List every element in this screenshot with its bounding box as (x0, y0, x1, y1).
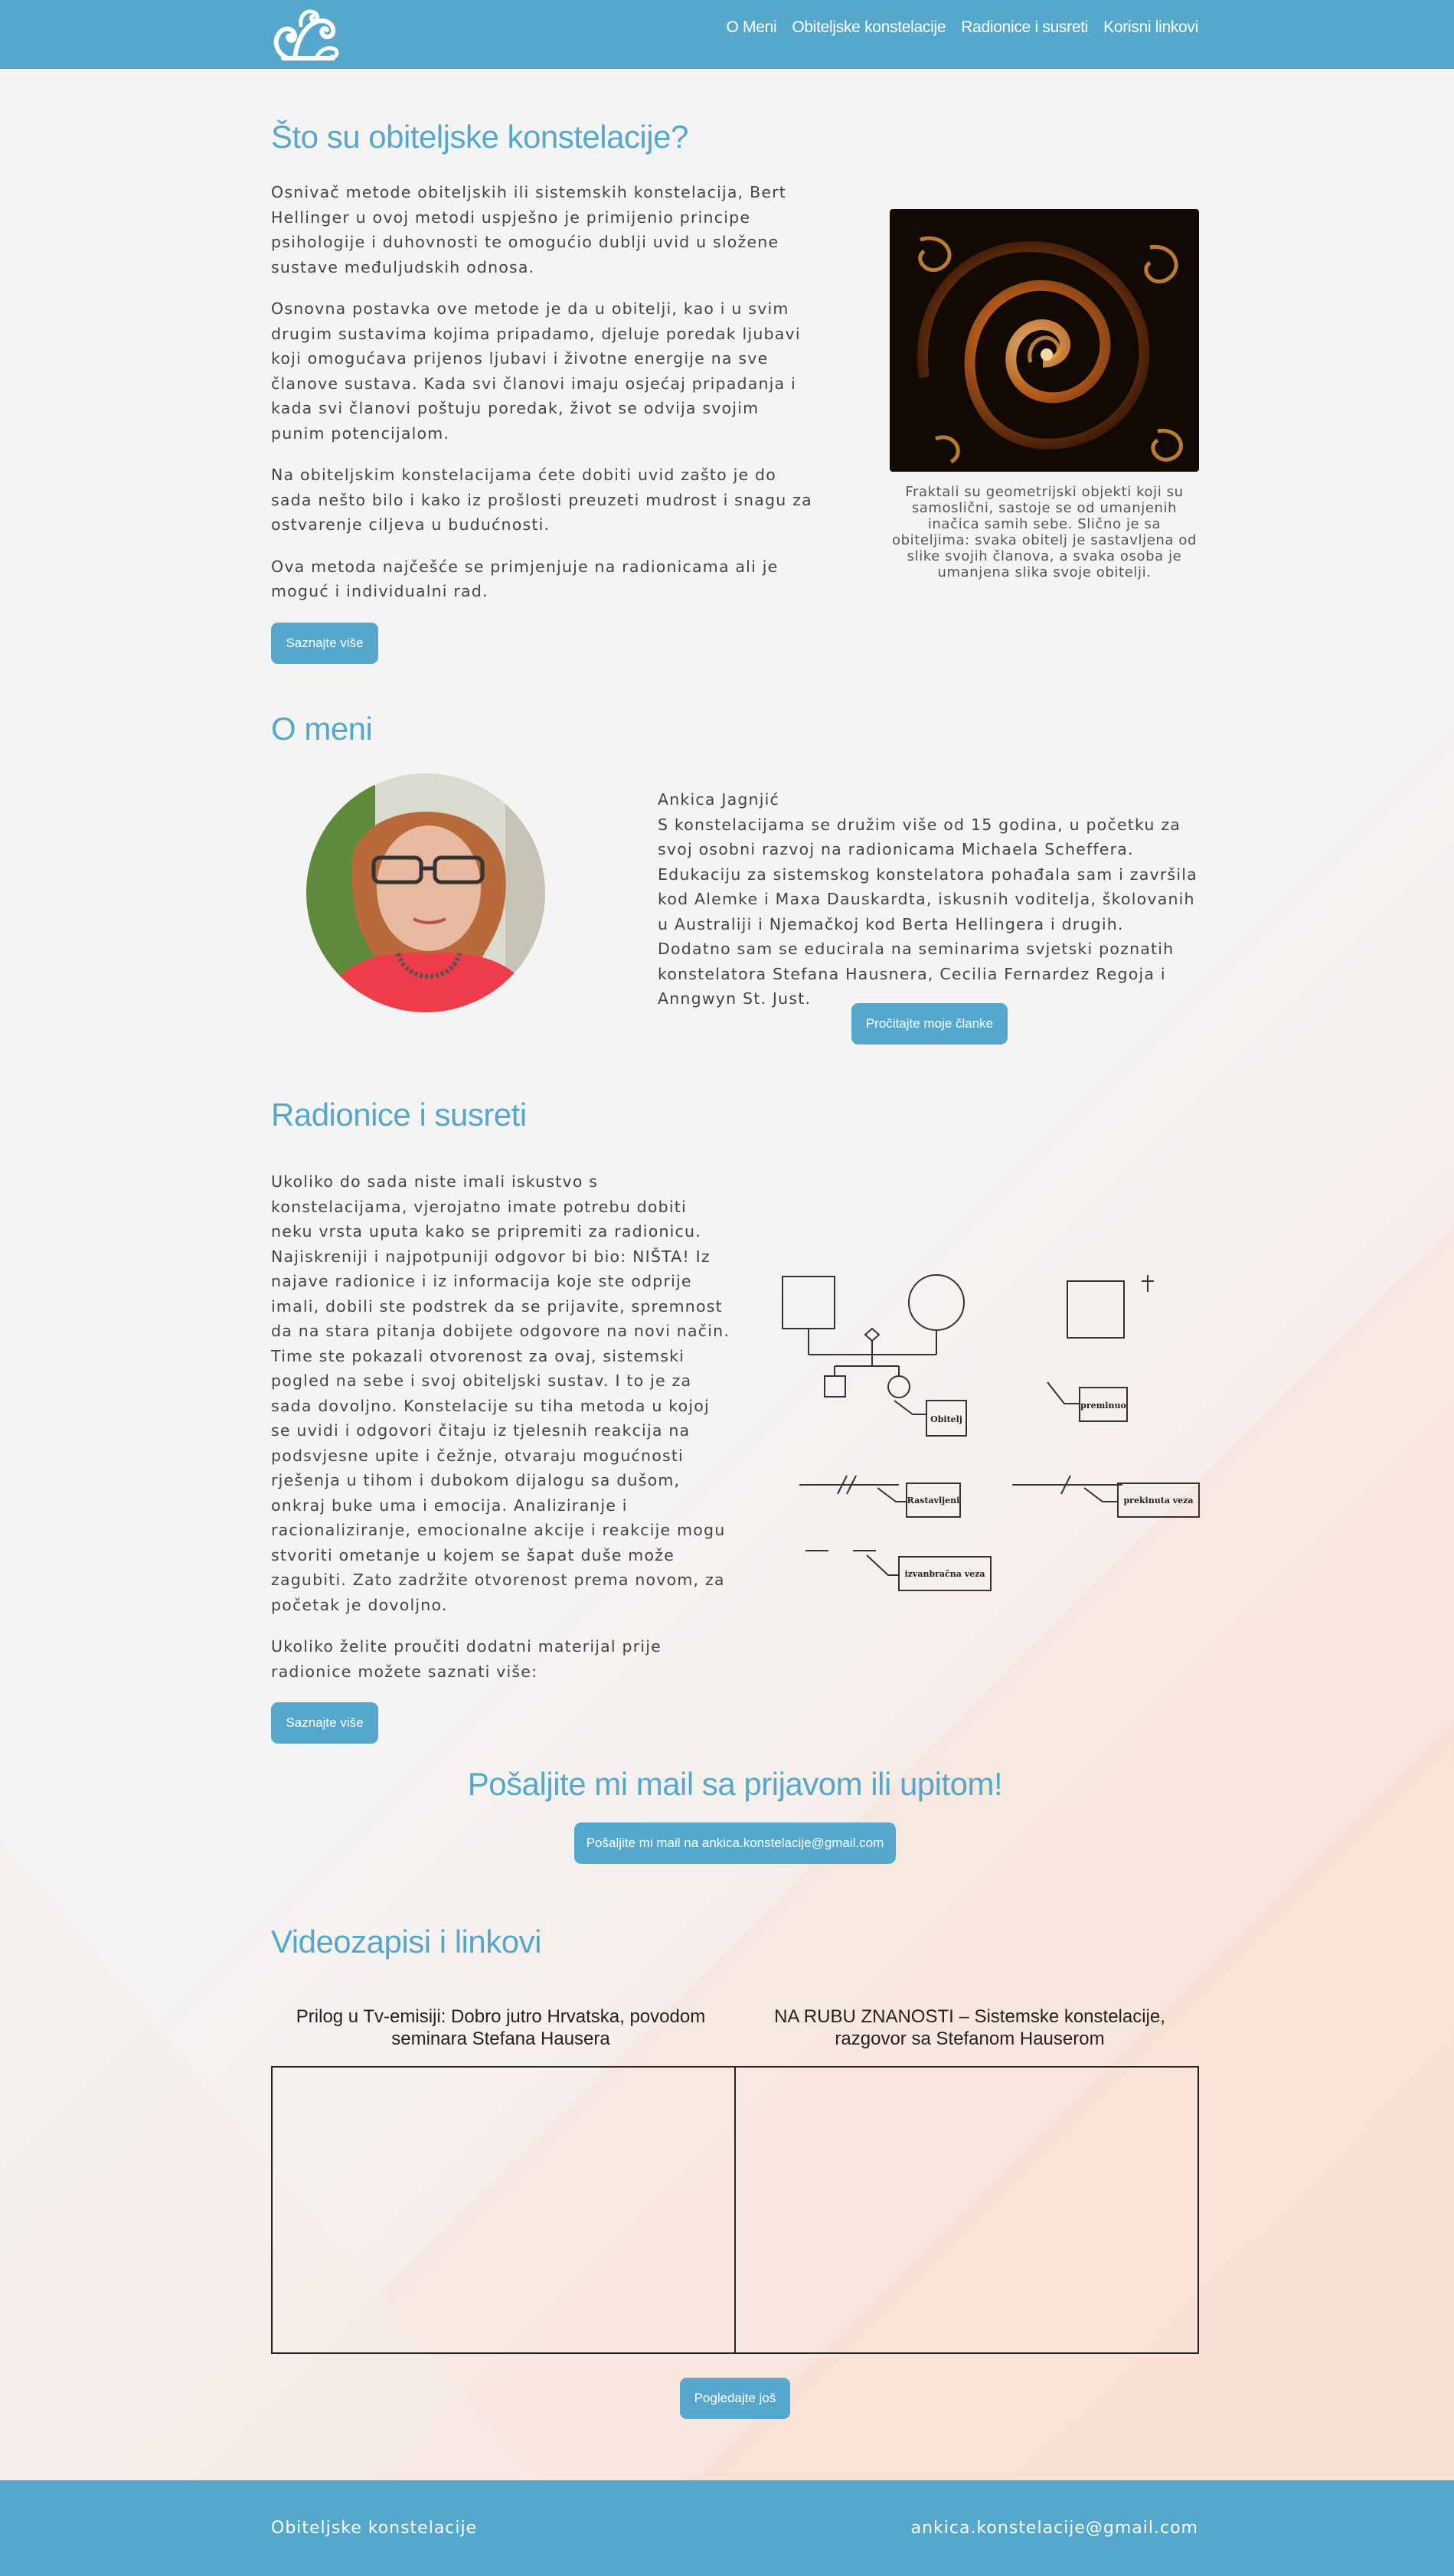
about-name: Ankica Jagnjić (658, 790, 780, 809)
videos-section: Videozapisi i linkovi Prilog u Tv-emisij… (271, 1924, 1199, 2419)
video-2-title: NA RUBU ZNANOSTI – Sistemske konstelacij… (774, 2006, 1165, 2049)
videos-title: Videozapisi i linkovi (271, 1924, 541, 1960)
workshops-title: Radionice i susreti (271, 1097, 527, 1133)
avatar (306, 773, 545, 1012)
fractal-image (890, 209, 1199, 472)
workshops-section: Radionice i susreti Ukoliko do sada nist… (271, 1097, 1200, 1744)
workshops-paragraph-2: Ukoliko želite proučiti dodatni materija… (271, 1637, 662, 1681)
footer-email[interactable]: ankica.konstelacije@gmail.com (911, 2519, 1198, 2538)
genogram-label-preminuo: preminuo (1080, 1401, 1126, 1411)
top-header: O Meni Obiteljske konstelacije Radionice… (0, 0, 1454, 69)
nav-korisni-linkovi[interactable]: Korisni linkovi (1103, 18, 1198, 37)
intro-paragraph-2: Osnovna postavka ove metode je da u obit… (271, 299, 801, 443)
intro-paragraph-4: Ova metoda najčešće se primjenjuje na ra… (271, 557, 779, 601)
about-section: O meni Ankica Jagnjić S konstelacijama s… (271, 711, 1199, 1044)
nav-o-meni[interactable]: O Meni (726, 18, 776, 37)
about-title: O meni (271, 711, 373, 747)
nav-obiteljske-konstelacije[interactable]: Obiteljske konstelacije (792, 18, 946, 37)
video-1-embed[interactable] (271, 2066, 736, 2354)
genogram-label-prekinuta: prekinuta veza (1123, 1496, 1193, 1505)
nav-radionice[interactable]: Radionice i susreti (961, 18, 1088, 37)
intro-title: Što su obiteljske konstelacije? (271, 119, 688, 155)
workshops-learn-more-button[interactable]: Saznajte više (271, 1702, 378, 1744)
intro-section: Što su obiteljske konstelacije? Osnivač … (271, 119, 1199, 664)
video-2-embed[interactable] (734, 2066, 1199, 2354)
genogram-label-obitelj: Obitelj (930, 1414, 962, 1424)
intro-paragraph-3: Na obiteljskim konstelacijama ćete dobit… (271, 466, 812, 534)
fractal-caption: Fraktali su geometrijski objekti koji su… (892, 484, 1197, 580)
intro-paragraph-1: Osnivač metode obiteljskih ili sistemski… (271, 183, 787, 276)
send-email-button[interactable]: Pošaljite mi mail na ankica.konstelacije… (574, 1822, 896, 1864)
genogram-label-rastavljeni: Rastavljeni (907, 1496, 960, 1505)
read-articles-button[interactable]: Pročitajte moje članke (851, 1003, 1008, 1044)
watch-more-button[interactable]: Pogledajte još (680, 2378, 790, 2419)
genogram-label-izvanbracna: izvanbračna veza (905, 1569, 985, 1579)
main-nav: O Meni Obiteljske konstelacije Radionice… (726, 18, 1198, 37)
footer-site-name: Obiteljske konstelacije (271, 2519, 478, 2538)
intro-learn-more-button[interactable]: Saznajte više (271, 622, 378, 664)
workshops-paragraph-1: Ukoliko do sada niste imali iskustvo s k… (271, 1172, 730, 1614)
about-text: S konstelacijama se družim više od 15 go… (658, 815, 1198, 1008)
logo-icon[interactable] (272, 6, 341, 61)
contact-title: Pošaljite mi mail sa prijavom ili upitom… (467, 1766, 1003, 1802)
video-1-title: Prilog u Tv-emisiji: Dobro jutro Hrvatsk… (296, 2006, 706, 2049)
contact-section: Pošaljite mi mail sa prijavom ili upitom… (271, 1766, 1199, 1864)
footer: Obiteljske konstelacije ankica.konstelac… (0, 2480, 1454, 2576)
genogram-diagram: Obitelj preminuo Rastavljeni prekinuta v… (782, 1274, 1200, 1591)
